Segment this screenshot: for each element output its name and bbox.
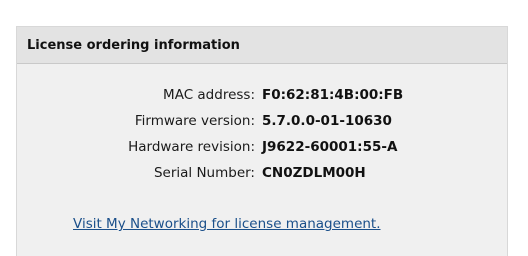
info-row-firmware-version: Firmware version: 5.7.0.0-01-10630 [17,108,509,134]
panel-header: License ordering information [17,27,507,64]
mac-address-value: F0:62:81:4B:00:FB [262,87,404,103]
info-table: MAC address: F0:62:81:4B:00:FB Firmware … [17,82,509,186]
license-info-panel: License ordering information MAC address… [16,26,508,256]
firmware-version-label: Firmware version: [134,113,255,129]
info-row-serial-number: Serial Number: CN0ZDLM00H [17,160,509,186]
firmware-version-value: 5.7.0.0-01-10630 [262,113,392,129]
serial-number-label: Serial Number: [153,165,255,181]
mac-address-label: MAC address: [163,87,255,103]
panel-title: License ordering information [27,37,240,53]
info-row-hardware-revision: Hardware revision: J9622-60001:55-A [17,134,509,160]
my-networking-license-link[interactable]: Visit My Networking for license manageme… [73,216,381,232]
hardware-revision-label: Hardware revision: [128,139,255,155]
page-background: License ordering information MAC address… [0,0,528,256]
info-row-mac-address: MAC address: F0:62:81:4B:00:FB [17,82,509,108]
serial-number-value: CN0ZDLM00H [262,165,366,181]
hardware-revision-value: J9622-60001:55-A [262,139,398,155]
